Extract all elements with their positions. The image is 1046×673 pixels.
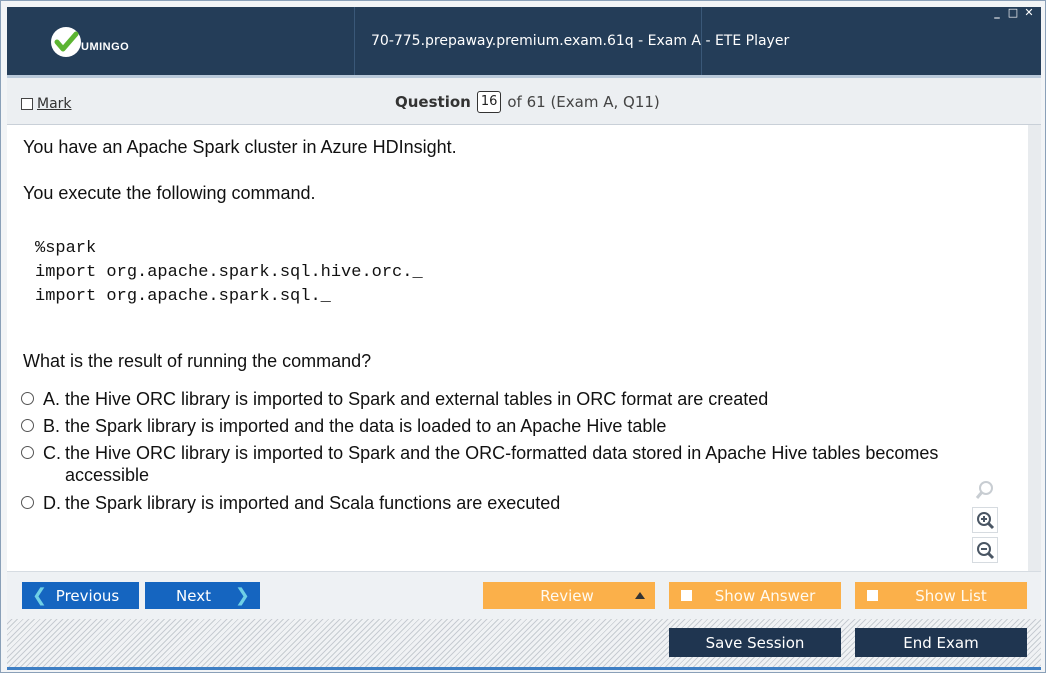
vertical-scrollbar[interactable]	[1028, 125, 1041, 571]
app-window: UMINGO 70-775.prepaway.premium.exam.61q …	[0, 0, 1046, 673]
option-text: the Hive ORC library is imported to Spar…	[65, 389, 769, 409]
previous-button[interactable]: ❮ Previous	[22, 582, 139, 609]
save-session-button[interactable]: Save Session	[669, 628, 841, 657]
option-text: the Spark library is imported and Scala …	[65, 493, 561, 513]
option-letter: B.	[43, 416, 61, 436]
minimize-icon[interactable]: _	[991, 7, 1003, 19]
chevron-left-icon: ❮	[32, 585, 48, 606]
option-letter: C.	[43, 443, 61, 463]
zoom-in-icon[interactable]	[972, 507, 998, 533]
end-exam-button[interactable]: End Exam	[855, 628, 1027, 657]
show-list-button[interactable]: Show List	[855, 582, 1027, 609]
review-label: Review	[540, 586, 594, 605]
answer-option[interactable]: D. the Spark library is imported and Sca…	[21, 492, 965, 514]
mark-label[interactable]: Mark	[37, 96, 72, 112]
question-prompt: What is the result of running the comman…	[23, 351, 372, 371]
show-list-label: Show List	[915, 586, 987, 605]
question-panel: You have an Apache Spark cluster in Azur…	[7, 125, 1028, 571]
option-text: the Spark library is imported and the da…	[65, 416, 667, 436]
option-letter: A.	[43, 389, 61, 409]
question-header: Mark Question 16 of 61 (Exam A, Q11)	[7, 75, 1041, 125]
radio-button[interactable]	[21, 446, 34, 459]
navigation-bar: ❮ Previous Next ❯ Review Show Answer Sho…	[7, 571, 1041, 619]
footer-bar: Save Session End Exam	[7, 619, 1041, 667]
logo-text: UMINGO	[81, 41, 130, 53]
window-controls: _ □ ✕	[991, 7, 1035, 21]
close-icon[interactable]: ✕	[1023, 7, 1035, 19]
next-label: Next	[176, 586, 211, 605]
question-text: You have an Apache Spark cluster in Azur…	[23, 137, 457, 157]
checkbox-icon[interactable]	[867, 590, 878, 601]
radio-button[interactable]	[21, 496, 34, 509]
bottom-accent-line	[7, 667, 1041, 670]
previous-label: Previous	[55, 586, 120, 605]
checkbox-icon[interactable]	[21, 98, 33, 110]
maximize-icon[interactable]: □	[1007, 7, 1019, 19]
title-bar: UMINGO 70-775.prepaway.premium.exam.61q …	[7, 7, 1041, 75]
checkbox-icon[interactable]	[681, 590, 692, 601]
checkmark-logo-icon	[51, 27, 81, 57]
vumingo-logo: UMINGO	[51, 27, 161, 57]
option-letter: D.	[43, 493, 61, 513]
radio-button[interactable]	[21, 419, 34, 432]
zoom-out-icon[interactable]	[972, 537, 998, 563]
show-answer-label: Show Answer	[714, 586, 816, 605]
review-button[interactable]: Review	[483, 582, 655, 609]
show-answer-button[interactable]: Show Answer	[669, 582, 841, 609]
question-text: You execute the following command.	[23, 183, 316, 203]
question-count: of 61 (Exam A, Q11)	[507, 93, 660, 111]
window-title: 70-775.prepaway.premium.exam.61q - Exam …	[371, 33, 790, 49]
radio-button[interactable]	[21, 392, 34, 405]
zoom-tools	[972, 477, 998, 563]
next-button[interactable]: Next ❯	[145, 582, 260, 609]
question-label: Question	[395, 93, 471, 111]
code-snippet: %spark import org.apache.spark.sql.hive.…	[35, 239, 423, 306]
answer-option[interactable]: A. the Hive ORC library is imported to S…	[21, 388, 965, 410]
question-number-field[interactable]: 16	[476, 91, 502, 113]
option-text: the Hive ORC library is imported to Spar…	[65, 443, 939, 485]
search-icon[interactable]	[972, 477, 998, 503]
title-separator	[354, 7, 355, 75]
question-indicator: Question 16 of 61 (Exam A, Q11)	[395, 91, 660, 113]
answer-option[interactable]: B. the Spark library is imported and the…	[21, 415, 965, 437]
chevron-right-icon: ❯	[234, 585, 250, 606]
mark-checkbox[interactable]: Mark	[21, 96, 72, 112]
triangle-up-icon	[635, 592, 645, 599]
answer-option[interactable]: C. the Hive ORC library is imported to S…	[21, 442, 965, 486]
